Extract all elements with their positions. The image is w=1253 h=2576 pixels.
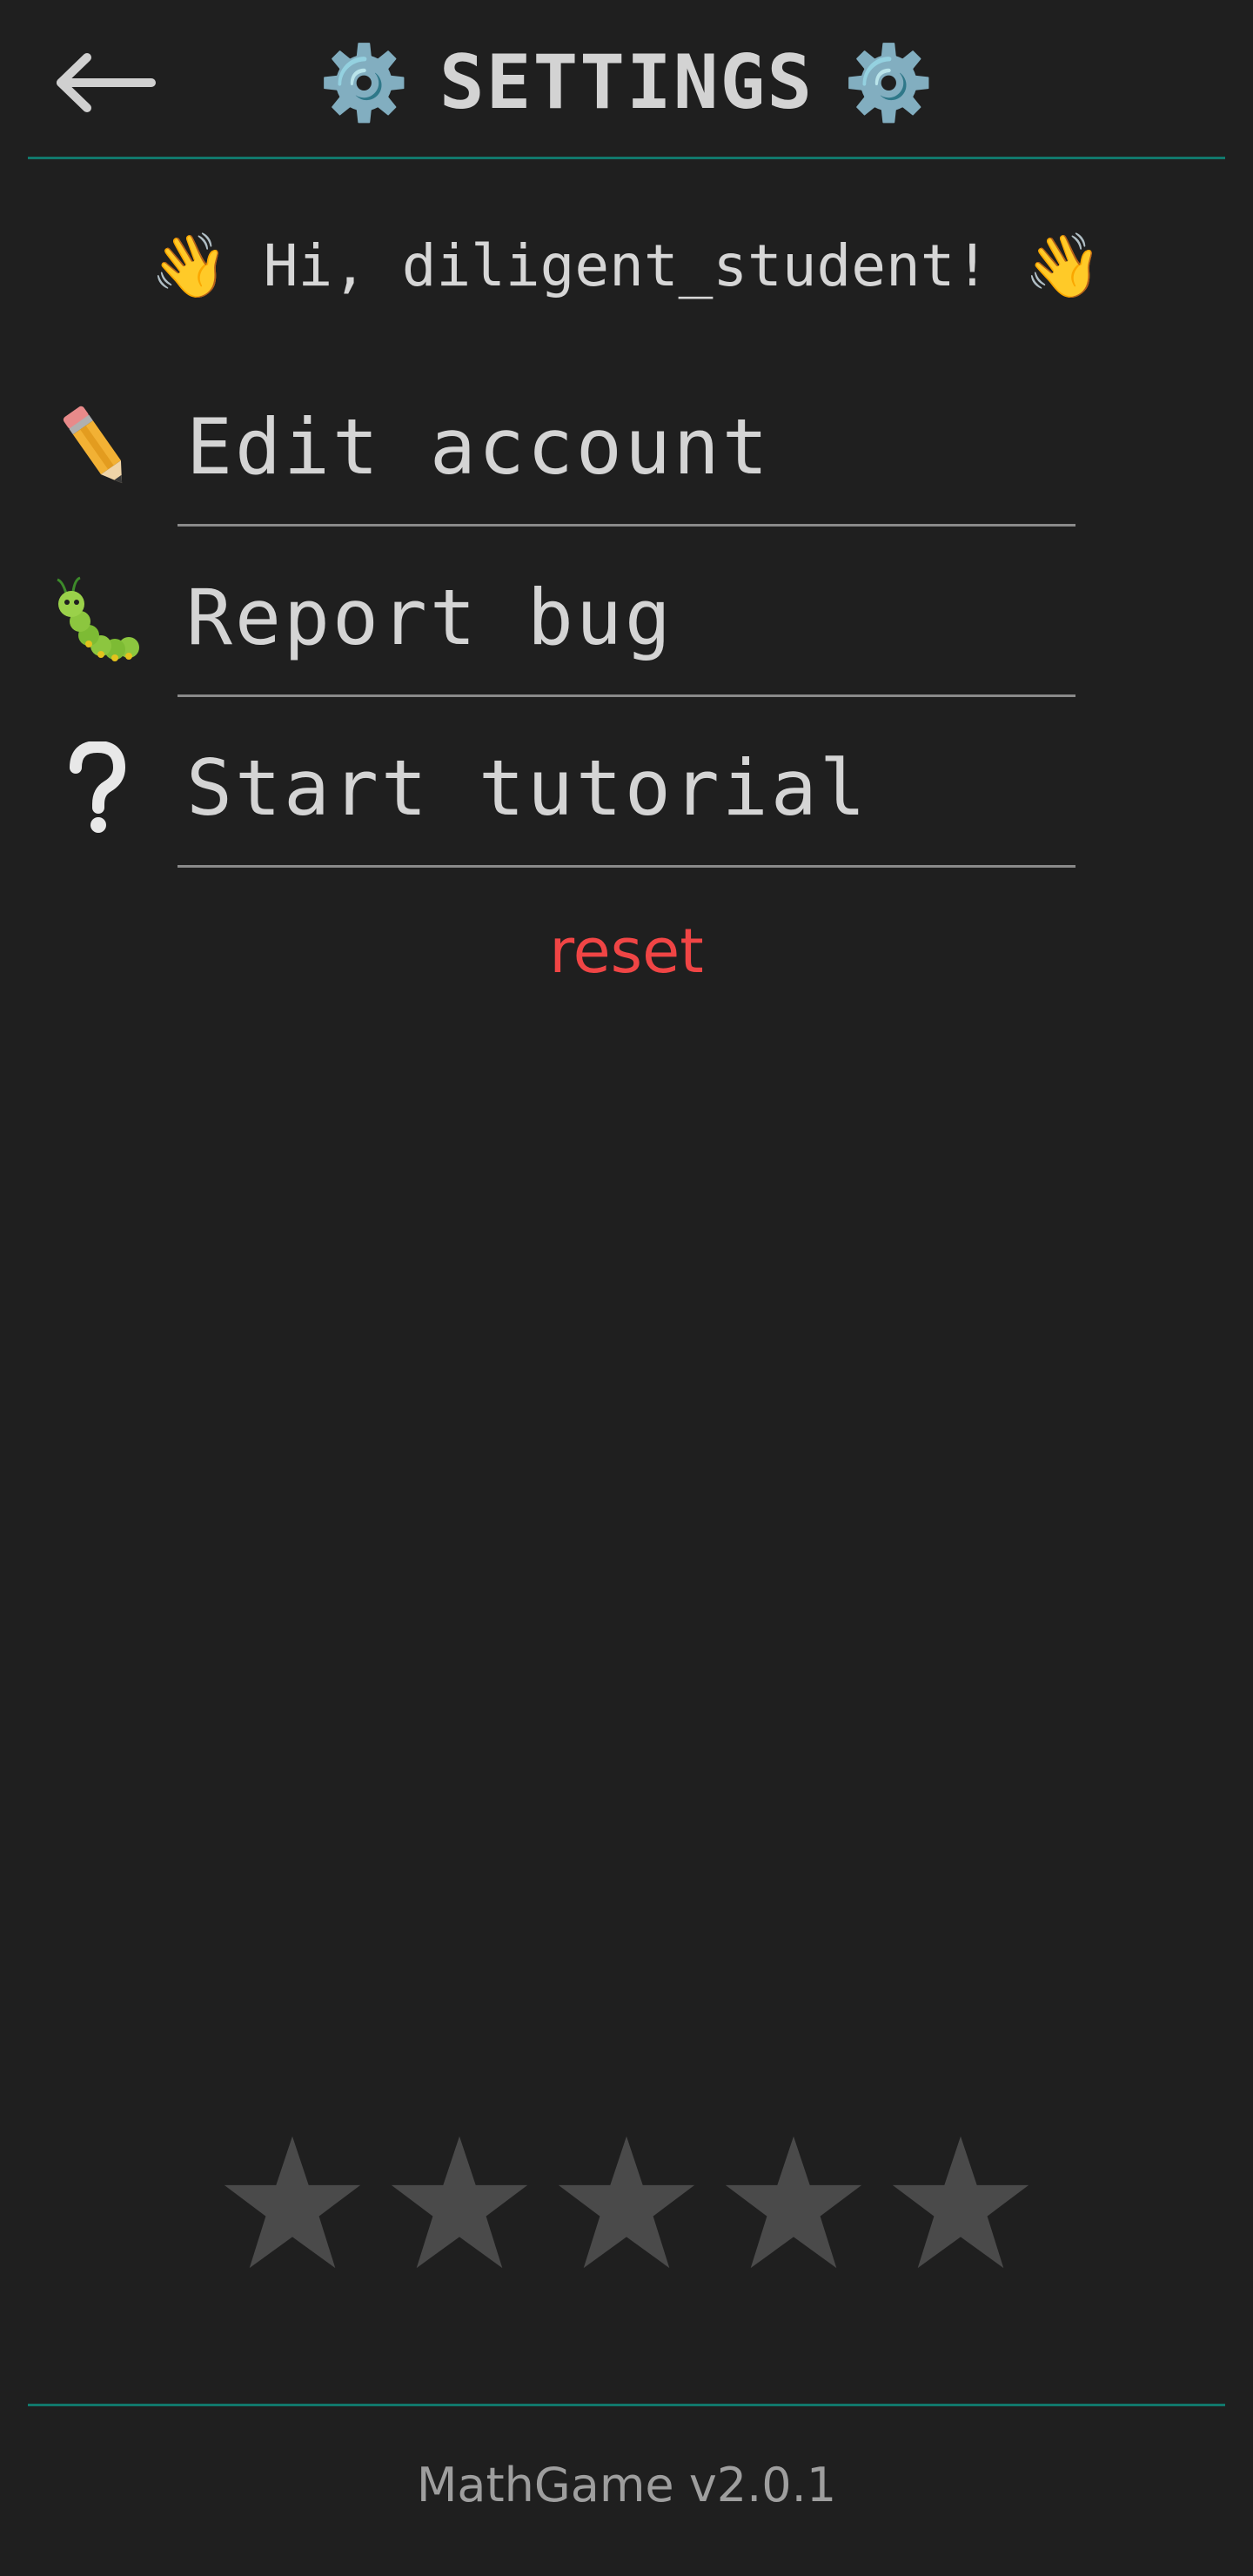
header-divider xyxy=(28,157,1225,159)
star-icon[interactable] xyxy=(385,2130,534,2278)
footer-divider xyxy=(28,2404,1225,2406)
menu-item-report-bug[interactable]: Report bug xyxy=(0,527,1253,698)
gear-icon: ⚙️ xyxy=(318,40,410,125)
waving-hand-icon: 👋 xyxy=(1024,228,1102,302)
menu-item-start-tutorial[interactable]: Start tutorial xyxy=(0,698,1253,869)
waving-hand-icon: 👋 xyxy=(151,228,229,302)
pencil-icon xyxy=(54,400,141,496)
greeting-text: Hi, diligent_student! xyxy=(263,231,990,299)
star-icon[interactable] xyxy=(886,2130,1035,2278)
version-label: MathGame v2.0.1 xyxy=(416,2458,837,2512)
menu-item-label: Report bug xyxy=(186,573,673,662)
question-mark-icon xyxy=(54,741,141,837)
greeting: 👋 Hi, diligent_student! 👋 xyxy=(0,218,1253,313)
menu-item-edit-account[interactable]: Edit account xyxy=(0,357,1253,527)
page-title: SETTINGS xyxy=(439,39,814,126)
arrow-left-icon xyxy=(57,53,156,112)
caterpillar-icon xyxy=(54,571,141,667)
star-icon[interactable] xyxy=(218,2130,367,2278)
menu-divider xyxy=(178,524,1075,527)
title-bar: ⚙️ SETTINGS ⚙️ xyxy=(0,35,1253,131)
star-icon[interactable] xyxy=(719,2130,868,2278)
reset-button[interactable]: reset xyxy=(0,916,1253,987)
rating-stars xyxy=(0,2130,1253,2278)
gear-icon: ⚙️ xyxy=(843,40,935,125)
menu-divider xyxy=(178,694,1075,697)
star-icon[interactable] xyxy=(552,2130,701,2278)
menu-item-label: Edit account xyxy=(186,402,771,492)
header: ⚙️ SETTINGS ⚙️ xyxy=(0,0,1253,158)
menu-item-label: Start tutorial xyxy=(186,743,868,833)
menu-divider xyxy=(178,865,1075,868)
back-button[interactable] xyxy=(54,35,158,131)
